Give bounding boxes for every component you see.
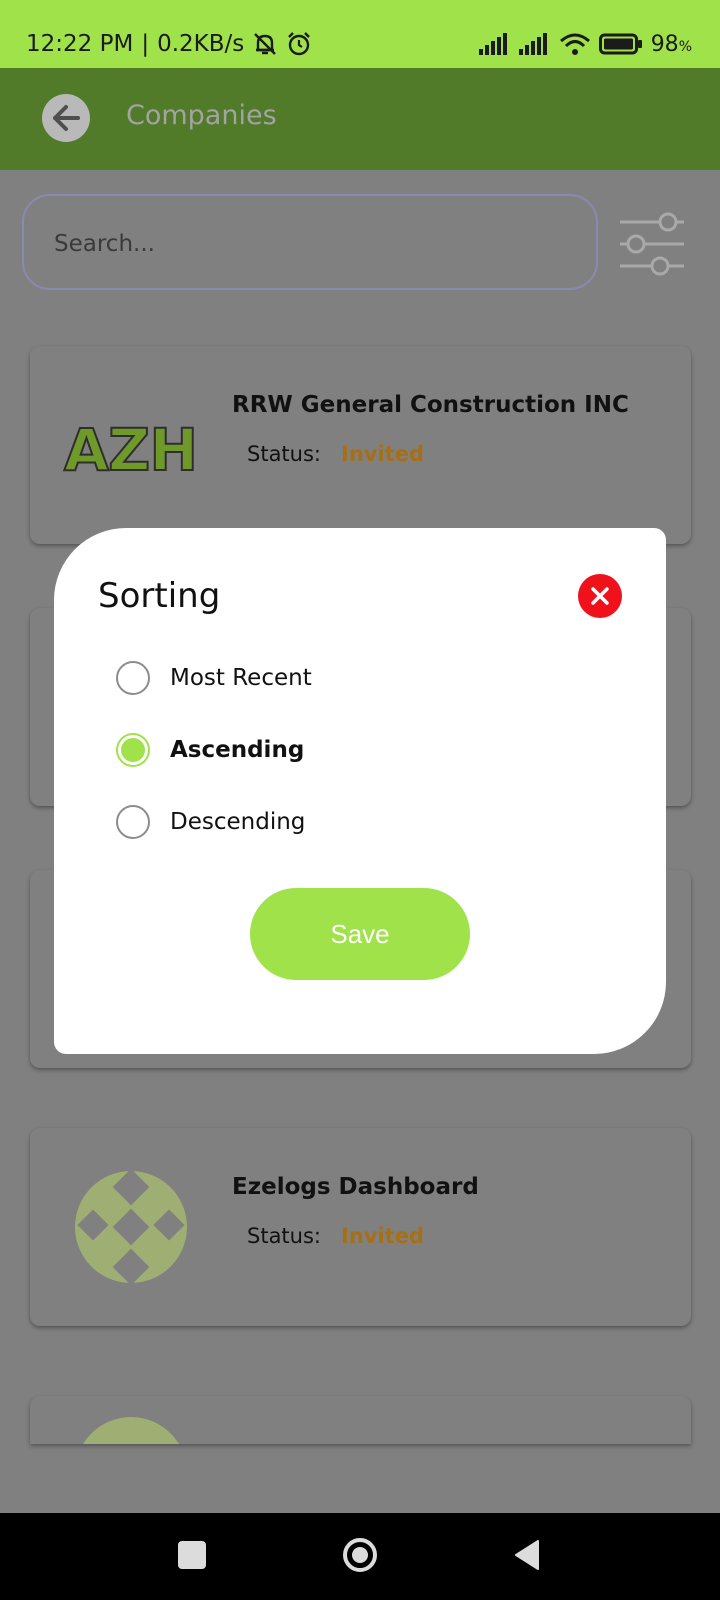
- filter-button[interactable]: [616, 212, 688, 276]
- company-card[interactable]: AZH RRW General Construction INC Status:…: [30, 346, 691, 544]
- option-label: Most Recent: [170, 665, 312, 691]
- status-value: Invited: [341, 442, 424, 466]
- nav-bar: [0, 1513, 720, 1600]
- company-card[interactable]: [30, 1396, 691, 1444]
- radio-ascending[interactable]: [116, 733, 150, 767]
- home-circle-icon[interactable]: [342, 1537, 378, 1573]
- close-icon: [589, 585, 611, 607]
- wifi-icon: [559, 32, 591, 56]
- status-time: 12:22 PM: [26, 31, 134, 57]
- company-logo: [60, 1168, 202, 1286]
- sort-option-descending[interactable]: Descending: [116, 802, 305, 842]
- square-icon[interactable]: [178, 1541, 206, 1569]
- status-left: 12:22 PM | 0.2KB/s: [26, 29, 312, 59]
- app-bar: Companies: [0, 68, 720, 170]
- signal-icon: [518, 33, 551, 55]
- company-card[interactable]: Ezelogs Dashboard Status: Invited: [30, 1128, 691, 1326]
- option-label: Ascending: [170, 737, 305, 763]
- battery-icon: [598, 33, 643, 55]
- status-value: Invited: [341, 1224, 424, 1248]
- radio-most-recent[interactable]: [116, 661, 150, 695]
- arrow-left-icon: [49, 101, 83, 135]
- battery-percent: 98%: [651, 32, 692, 57]
- sort-option-ascending[interactable]: Ascending: [116, 730, 304, 770]
- logo-text: AZH: [64, 416, 198, 484]
- status-bar: 12:22 PM | 0.2KB/s 98%: [0, 0, 720, 68]
- sort-option-most-recent[interactable]: Most Recent: [116, 658, 312, 698]
- battery-unit: %: [678, 38, 692, 55]
- page-title: Companies: [126, 100, 277, 131]
- status-label: Status:: [247, 1224, 321, 1248]
- alarm-icon: [286, 31, 312, 57]
- signal-icon: [478, 33, 511, 55]
- mute-bell-icon: [252, 31, 278, 57]
- option-label: Descending: [170, 809, 306, 835]
- back-triangle-icon[interactable]: [512, 1537, 542, 1573]
- battery-value: 98: [650, 31, 679, 57]
- radio-selected-dot: [121, 738, 145, 762]
- sliders-icon: [616, 212, 688, 276]
- company-logo: AZH: [60, 386, 202, 504]
- sorting-dialog: Sorting Most Recent Ascending Descending…: [54, 528, 666, 1054]
- radio-descending[interactable]: [116, 805, 150, 839]
- company-name: RRW General Construction INC: [232, 392, 629, 418]
- network-speed: 0.2KB/s: [157, 31, 245, 57]
- back-button[interactable]: [42, 94, 90, 142]
- close-button[interactable]: [578, 574, 622, 618]
- status-right: 98%: [478, 29, 692, 59]
- status-separator: |: [141, 31, 150, 57]
- search-input[interactable]: [52, 226, 556, 262]
- company-logo: [60, 1414, 202, 1444]
- company-name: Ezelogs Dashboard: [232, 1174, 479, 1200]
- dialog-title: Sorting: [98, 576, 221, 616]
- search-box[interactable]: [22, 194, 598, 290]
- save-button[interactable]: Save: [250, 888, 470, 980]
- status-label: Status:: [247, 442, 321, 466]
